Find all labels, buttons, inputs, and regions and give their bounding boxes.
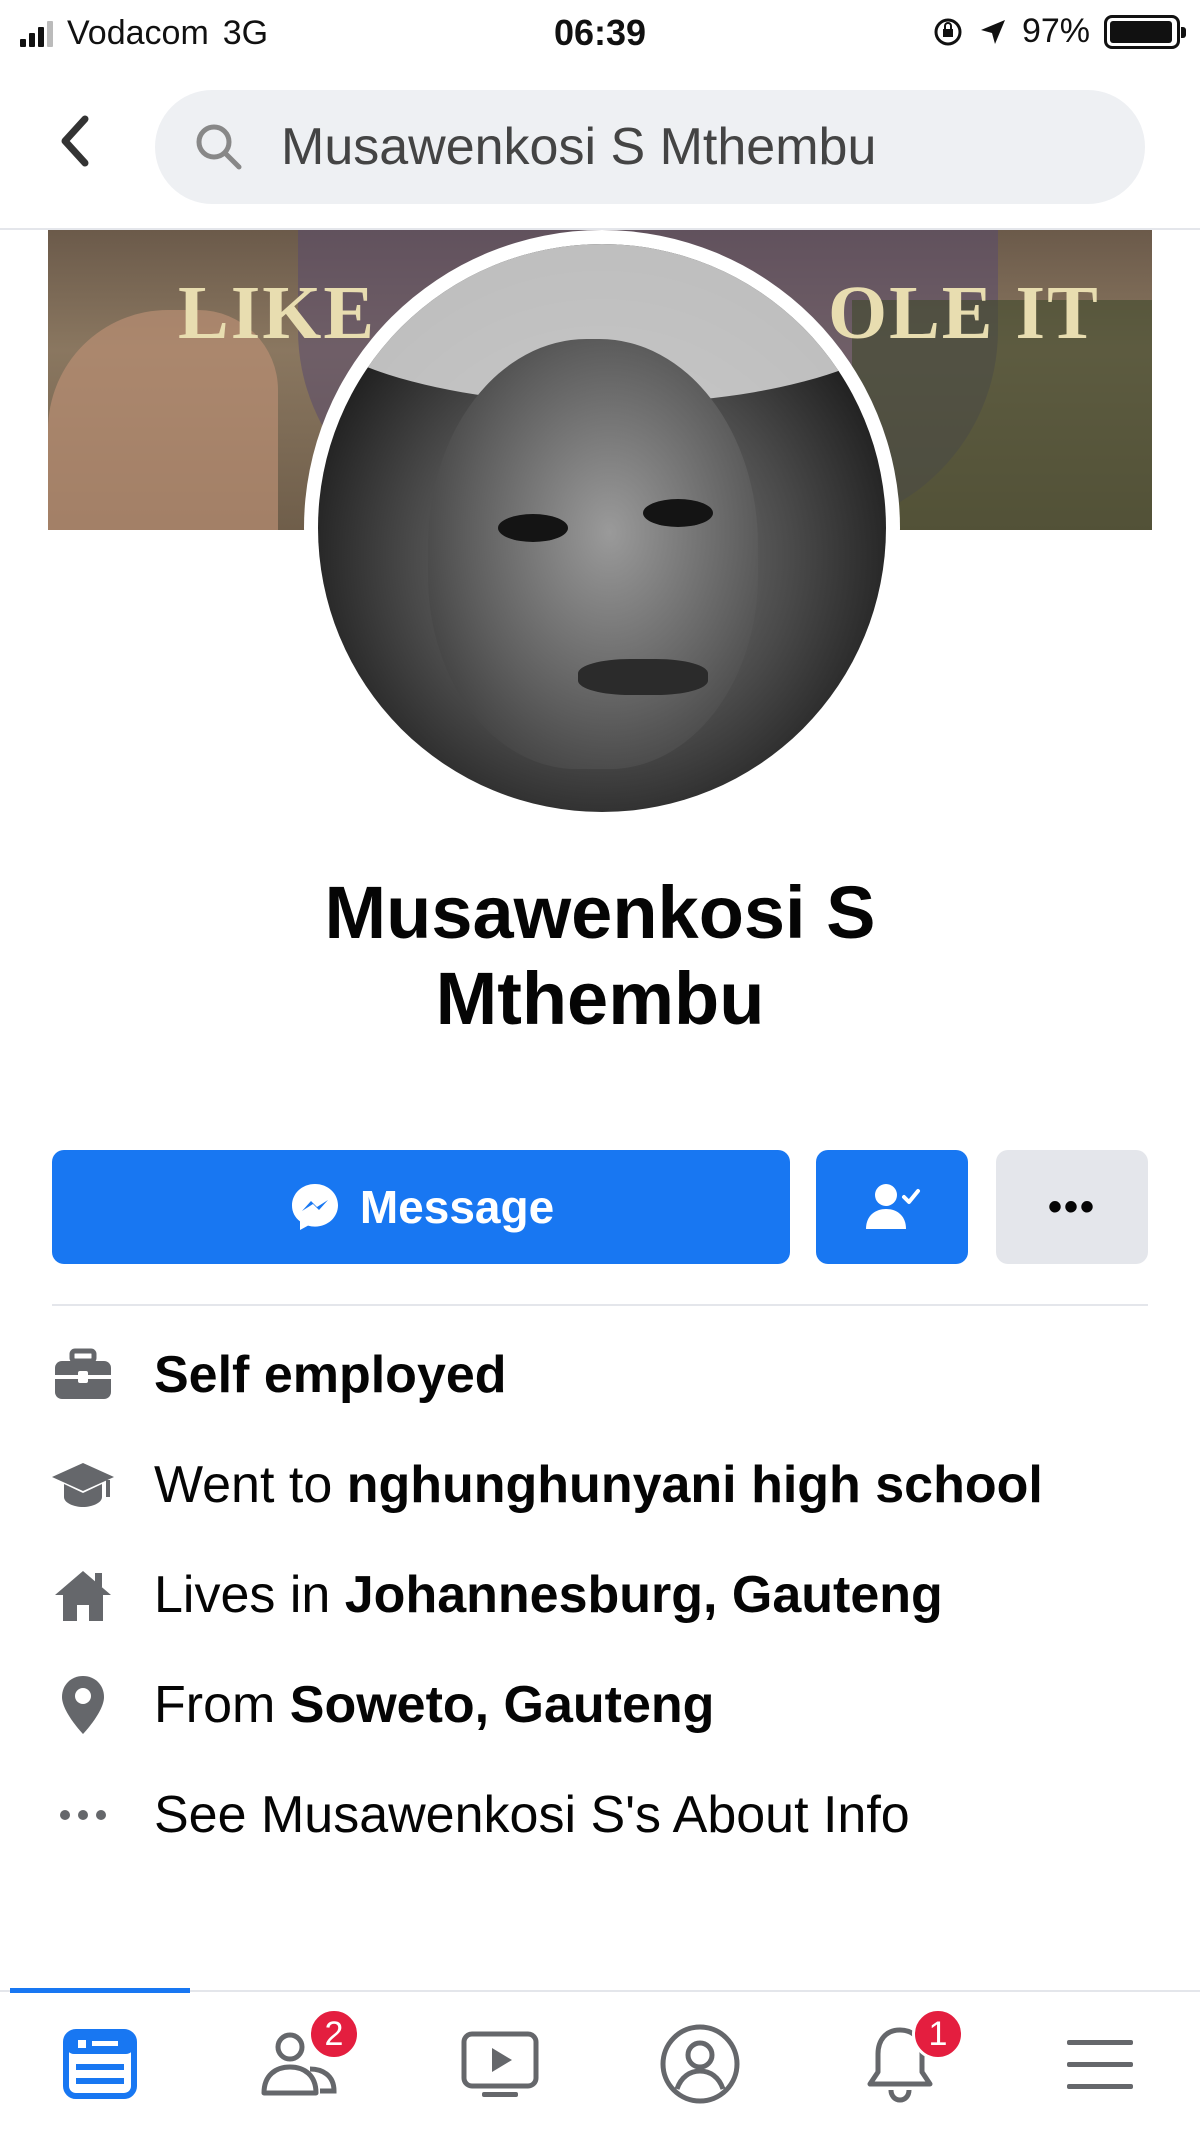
tab-notifications[interactable]: 1 [840,2008,964,2114]
location-arrow-icon [980,19,1005,44]
search-header [0,66,1200,230]
active-tab-indicator [10,1988,190,1993]
orientation-lock-icon [934,18,962,45]
status-right: 97% [932,12,1186,51]
from-city-link[interactable]: Soweto, Gauteng [290,1676,715,1734]
tab-watch[interactable] [440,2014,560,2114]
messenger-icon [291,1184,338,1230]
lives-prefix: Lives in [154,1566,345,1624]
from-prefix: From [154,1676,290,1734]
profile-details: Self employed Went to nghunghunyani high… [48,1340,1152,1890]
more-options-button[interactable]: ••• [996,1150,1148,1264]
friend-check-icon [866,1184,920,1229]
chevron-left-icon [61,115,89,167]
work-text: Self employed [154,1346,507,1404]
tab-profile[interactable] [640,2014,760,2114]
lives-city-link[interactable]: Johannesburg, Gauteng [345,1566,943,1624]
detail-lives: Lives in Johannesburg, Gauteng [48,1560,1152,1630]
avatar [318,244,886,812]
bottom-nav: 2 1 [0,1988,1200,2133]
profile-icon [660,2024,740,2104]
battery-fill [1110,20,1173,43]
menu-icon [1067,2040,1133,2089]
detail-from: From Soweto, Gauteng [48,1670,1152,1740]
detail-work: Self employed [48,1340,1152,1410]
search-icon [196,124,242,170]
profile-name: Musawenkosi S Mthembu [0,870,1200,1042]
home-icon [48,1560,118,1630]
search-input[interactable] [281,117,1101,177]
status-bar: Vodacom 3G 06:39 97% [0,0,1200,66]
back-button[interactable] [40,106,110,176]
briefcase-icon [48,1340,118,1410]
graduation-cap-icon [48,1450,118,1520]
battery-icon [1104,14,1186,49]
profile-name-line2: Mthembu [435,957,765,1040]
education-prefix: Went to [154,1456,347,1514]
profile-picture[interactable] [304,230,900,826]
more-dots-icon [48,1780,118,1850]
tab-news-feed[interactable] [40,2014,160,2114]
friends-badge: 2 [308,2008,360,2060]
profile-actions: Message ••• [52,1150,1148,1264]
divider [52,1304,1148,1306]
detail-about[interactable]: See Musawenkosi S's About Info [48,1780,1152,1850]
detail-education: Went to nghunghunyani high school [48,1450,1152,1520]
more-dots-icon: ••• [1047,1184,1096,1229]
notifications-badge: 1 [912,2008,964,2060]
search-bar[interactable] [155,90,1145,204]
message-button[interactable]: Message [52,1150,790,1264]
tab-friends[interactable]: 2 [240,2008,360,2114]
watch-icon [461,2031,539,2097]
friends-status-button[interactable] [816,1150,968,1264]
news-feed-icon [63,2029,137,2099]
about-info-link[interactable]: See Musawenkosi S's About Info [154,1780,910,1850]
battery-percent: 97% [1021,12,1090,50]
location-pin-icon [48,1670,118,1740]
message-button-label: Message [359,1181,555,1233]
tab-menu[interactable] [1040,2014,1160,2114]
profile-name-line1: Musawenkosi S [324,871,876,954]
education-school-link[interactable]: nghunghunyani high school [347,1456,1043,1514]
